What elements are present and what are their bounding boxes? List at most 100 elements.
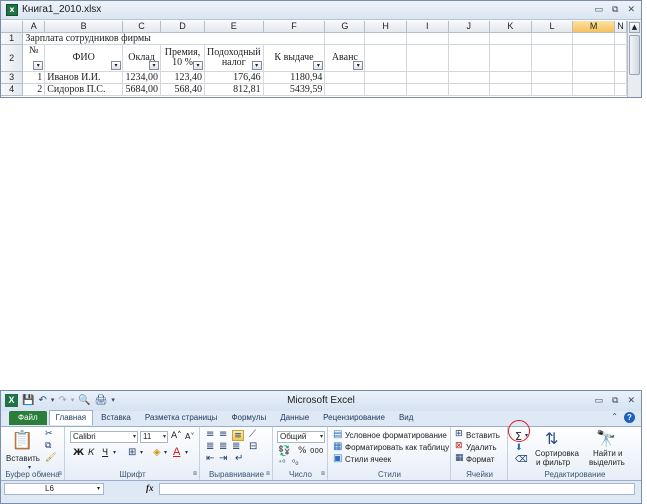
column-header-g[interactable]: G xyxy=(324,21,366,33)
paste-button[interactable]: Вставить xyxy=(6,454,40,463)
bold-button[interactable]: Ж xyxy=(73,448,84,458)
name-box-dropdown-icon[interactable]: ▾ xyxy=(97,484,100,494)
column-header-m[interactable]: M xyxy=(572,21,615,33)
cell-b3[interactable]: Иванов И.И. xyxy=(44,71,124,84)
alignment-launcher-icon[interactable]: ⧈ xyxy=(266,471,270,478)
cell[interactable] xyxy=(324,71,366,84)
cell-a4[interactable]: 2 xyxy=(22,83,46,96)
cell[interactable] xyxy=(531,71,574,84)
underline-button[interactable]: Ч xyxy=(102,448,108,458)
delete-cells-icon[interactable]: ⊠ xyxy=(455,441,463,451)
select-all-corner[interactable] xyxy=(1,21,24,33)
underline-dropdown-icon[interactable]: ▾ xyxy=(113,449,116,456)
sort-filter-button-line1[interactable]: Сортировка xyxy=(535,449,579,458)
fill-color-icon[interactable]: ◈ xyxy=(153,447,161,458)
conditional-formatting-button[interactable]: Условное форматирование xyxy=(345,431,447,440)
currency-icon[interactable]: 💱 xyxy=(278,446,290,457)
column-header-j[interactable]: J xyxy=(448,21,491,33)
borders-dropdown-icon[interactable]: ▾ xyxy=(140,449,143,456)
align-right-icon[interactable]: ≣ xyxy=(232,441,240,452)
cell[interactable] xyxy=(531,32,574,45)
number-launcher-icon[interactable]: ⧈ xyxy=(321,471,325,478)
format-cells-icon[interactable]: ▦ xyxy=(455,453,464,463)
filter-dropdown-icon[interactable]: ▾ xyxy=(33,60,44,70)
orientation-icon[interactable]: ⟋ xyxy=(249,429,256,440)
cell[interactable] xyxy=(364,44,407,72)
tab-insert[interactable]: Вставка xyxy=(95,411,137,425)
insert-cells-button[interactable]: Вставить xyxy=(466,431,500,440)
increase-decimal-icon[interactable]: ⁺⁰ xyxy=(278,458,285,467)
row-header-2[interactable]: 2 xyxy=(1,44,24,72)
cell[interactable] xyxy=(531,83,574,96)
insert-cells-icon[interactable]: ⊞ xyxy=(455,429,463,439)
insert-function-icon[interactable]: fx xyxy=(146,483,154,493)
tab-file[interactable]: Файл xyxy=(9,411,47,425)
app-close-icon[interactable]: ✕ xyxy=(627,395,635,407)
column-header-f[interactable]: F xyxy=(263,21,326,33)
cell-c3[interactable]: 1234,00 xyxy=(122,71,162,84)
cell-f4[interactable]: 5439,59 xyxy=(263,83,326,96)
cell-f3[interactable]: 1180,94 xyxy=(263,71,326,84)
scrollbar-thumb[interactable] xyxy=(629,35,640,75)
header-premia[interactable]: Премия, 10 % ▾ xyxy=(160,44,205,72)
fill-dropdown-icon[interactable]: ▾ xyxy=(164,449,167,456)
cell-styles-button[interactable]: Стили ячеек xyxy=(345,455,391,464)
header-avans[interactable]: Аванс ▾ xyxy=(324,44,366,72)
tab-view[interactable]: Вид xyxy=(393,411,419,425)
app-minimize-icon[interactable]: ▭ xyxy=(595,395,604,407)
filter-dropdown-icon[interactable]: ▾ xyxy=(149,60,160,70)
cell-e4[interactable]: 812,81 xyxy=(204,83,264,96)
align-bottom-icon[interactable]: ≡ xyxy=(232,430,244,441)
header-fio[interactable]: ФИО ▾ xyxy=(44,44,124,72)
cell-b4[interactable]: Сидоров П.С. xyxy=(44,83,124,96)
tab-home[interactable]: Главная xyxy=(48,410,94,425)
cell[interactable] xyxy=(406,32,449,45)
cell-styles-icon[interactable]: ▣ xyxy=(333,453,342,464)
cell[interactable] xyxy=(489,44,532,72)
copy-icon[interactable]: ⧉ xyxy=(45,441,51,451)
header-k-vydache[interactable]: К выдаче ▾ xyxy=(263,44,326,72)
decrease-indent-icon[interactable]: ⇤ xyxy=(206,453,214,464)
filter-dropdown-icon[interactable]: ▾ xyxy=(111,60,122,70)
cell-d3[interactable]: 123,40 xyxy=(160,71,205,84)
tab-data[interactable]: Данные xyxy=(274,411,315,425)
grow-font-button[interactable]: A˄ xyxy=(171,431,182,441)
cell[interactable] xyxy=(489,32,532,45)
format-painter-icon[interactable]: 🖌 xyxy=(45,453,56,463)
number-format-select[interactable]: Общий ▾ xyxy=(277,431,325,443)
cell[interactable] xyxy=(406,83,449,96)
tab-page-layout[interactable]: Разметка страницы xyxy=(139,411,224,425)
cell-e3[interactable]: 176,46 xyxy=(204,71,264,84)
italic-button[interactable]: К xyxy=(88,448,94,458)
format-as-table-icon[interactable]: ▦ xyxy=(333,441,342,452)
cell[interactable] xyxy=(572,44,615,72)
cut-icon[interactable]: ✂ xyxy=(45,429,53,439)
column-header-l[interactable]: L xyxy=(531,21,574,33)
align-middle-icon[interactable]: ≡ xyxy=(219,429,227,440)
minimize-icon[interactable]: ▭ xyxy=(595,4,604,16)
thousands-button[interactable]: 000 xyxy=(310,447,323,455)
sort-filter-button-line2[interactable]: и фильтр xyxy=(536,458,570,467)
font-color-icon[interactable]: A xyxy=(173,446,180,458)
cell[interactable] xyxy=(489,71,532,84)
paste-icon[interactable]: 📋 xyxy=(11,430,33,451)
header-oklad[interactable]: Оклад ▾ xyxy=(122,44,162,72)
header-nalog[interactable]: Подоходный налог ▾ xyxy=(204,44,264,72)
column-header-a[interactable]: A xyxy=(22,21,46,33)
filter-dropdown-icon[interactable]: ▾ xyxy=(193,60,203,70)
font-launcher-icon[interactable]: ⧈ xyxy=(193,471,197,478)
binoculars-icon[interactable]: 🔭 xyxy=(596,429,616,448)
align-top-icon[interactable]: ≡ xyxy=(206,429,214,440)
scroll-up-icon[interactable]: ▲ xyxy=(629,22,640,33)
filter-dropdown-icon[interactable]: ▾ xyxy=(251,60,262,70)
cell[interactable] xyxy=(364,83,407,96)
cell[interactable] xyxy=(448,32,491,45)
format-as-table-button[interactable]: Форматировать как таблицу xyxy=(345,443,449,452)
find-select-button-line2[interactable]: выделить xyxy=(589,458,625,467)
delete-cells-button[interactable]: Удалить xyxy=(466,443,497,452)
cell[interactable] xyxy=(614,71,628,84)
sort-filter-icon[interactable]: ⇅ xyxy=(545,429,558,448)
minimize-ribbon-icon[interactable]: ⌃ xyxy=(611,412,618,423)
align-center-icon[interactable]: ≣ xyxy=(219,441,227,452)
wrap-text-icon[interactable]: ↵ xyxy=(235,453,243,464)
